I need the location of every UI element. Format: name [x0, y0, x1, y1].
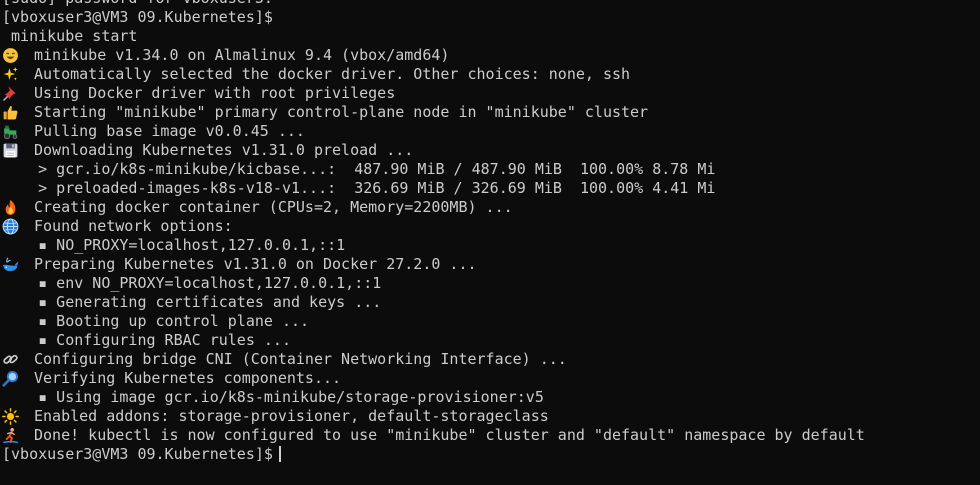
terminal-line-text: ▪ NO_PROXY=localhost,127.0.0.1,::1	[2, 236, 346, 254]
terminal-line: Creating docker container (CPUs=2, Memor…	[2, 198, 865, 217]
terminal-line-text: > preloaded-images-k8s-v18-v1...: 326.69…	[2, 179, 716, 197]
terminal-line: Downloading Kubernetes v1.31.0 preload .…	[2, 141, 865, 160]
terminal-line-text: Found network options:	[34, 217, 233, 235]
terminal-line: ▪ Using image gcr.io/k8s-minikube/storag…	[2, 388, 865, 407]
terminal-line: Done! kubectl is now configured to use "…	[2, 426, 865, 445]
terminal-line-text: [vboxuser3@VM3 09.Kubernetes]$	[2, 445, 273, 463]
terminal-line: ▪ env NO_PROXY=localhost,127.0.0.1,::1	[2, 274, 865, 293]
fire-icon	[2, 198, 20, 217]
link-icon	[2, 350, 20, 369]
terminal-line-text: [sudo] password for vboxuser3:	[2, 0, 273, 7]
floppy-disk-icon	[2, 141, 20, 160]
terminal-line-text: Pulling base image v0.0.45 ...	[34, 122, 305, 140]
terminal-line: [sudo] password for vboxuser3:	[2, 0, 865, 8]
terminal-output: [sudo] password for vboxuser3:[vboxuser3…	[2, 0, 865, 464]
terminal-line: ▪ Configuring RBAC rules ...	[2, 331, 865, 350]
thumbs-up-icon	[2, 103, 20, 122]
terminal-line: minikube v1.34.0 on Almalinux 9.4 (vbox/…	[2, 46, 865, 65]
terminal-line-text: Configuring bridge CNI (Container Networ…	[34, 350, 567, 368]
terminal-line-text: Using Docker driver with root privileges	[34, 84, 396, 102]
terminal-line: minikube start	[2, 27, 865, 46]
terminal-line: > preloaded-images-k8s-v18-v1...: 326.69…	[2, 179, 865, 198]
terminal-line-text: Starting "minikube" primary control-plan…	[34, 103, 649, 121]
sun-icon	[2, 407, 20, 426]
terminal-window[interactable]: [sudo] password for vboxuser3:[vboxuser3…	[0, 0, 980, 485]
terminal-line-text: ▪ Configuring RBAC rules ...	[2, 331, 291, 349]
terminal-line-text: Preparing Kubernetes v1.31.0 on Docker 2…	[34, 255, 477, 273]
terminal-line: Enabled addons: storage-provisioner, def…	[2, 407, 865, 426]
terminal-line: > gcr.io/k8s-minikube/kicbase...: 487.90…	[2, 160, 865, 179]
terminal-line-text: [vboxuser3@VM3 09.Kubernetes]$	[2, 8, 273, 26]
surfer-icon	[2, 426, 20, 445]
terminal-line-text: Automatically selected the docker driver…	[34, 65, 631, 83]
terminal-line-text: Done! kubectl is now configured to use "…	[34, 426, 865, 444]
text-cursor[interactable]	[278, 446, 281, 462]
terminal-line: Automatically selected the docker driver…	[2, 65, 865, 84]
terminal-line: Pulling base image v0.0.45 ...	[2, 122, 865, 141]
terminal-line-text: Downloading Kubernetes v1.31.0 preload .…	[34, 141, 414, 159]
globe-icon	[2, 217, 20, 236]
whale-icon	[2, 255, 20, 274]
terminal-line: Found network options:	[2, 217, 865, 236]
terminal-line-text: Enabled addons: storage-provisioner, def…	[34, 407, 549, 425]
terminal-line-text: ▪ env NO_PROXY=localhost,127.0.0.1,::1	[2, 274, 382, 292]
smiley-face-icon	[2, 46, 20, 65]
terminal-line: Using Docker driver with root privileges	[2, 84, 865, 103]
terminal-line-text: minikube v1.34.0 on Almalinux 9.4 (vbox/…	[34, 46, 450, 64]
terminal-line-text: minikube start	[2, 27, 138, 45]
terminal-line-text: Creating docker container (CPUs=2, Memor…	[34, 198, 513, 216]
terminal-line: Verifying Kubernetes components...	[2, 369, 865, 388]
terminal-line: ▪ Generating certificates and keys ...	[2, 293, 865, 312]
terminal-line-text: ▪ Using image gcr.io/k8s-minikube/storag…	[2, 388, 544, 406]
terminal-line-text: ▪ Generating certificates and keys ...	[2, 293, 382, 311]
terminal-line: Starting "minikube" primary control-plan…	[2, 103, 865, 122]
terminal-line: ▪ NO_PROXY=localhost,127.0.0.1,::1	[2, 236, 865, 255]
tractor-icon	[2, 122, 20, 141]
terminal-line: Configuring bridge CNI (Container Networ…	[2, 350, 865, 369]
magnifying-glass-icon	[2, 369, 20, 388]
shell-prompt-line: [vboxuser3@VM3 09.Kubernetes]$	[2, 445, 865, 464]
terminal-line-text: > gcr.io/k8s-minikube/kicbase...: 487.90…	[2, 160, 716, 178]
terminal-line-text: Verifying Kubernetes components...	[34, 369, 342, 387]
terminal-line: [vboxuser3@VM3 09.Kubernetes]$	[2, 8, 865, 27]
pushpin-icon	[2, 84, 20, 103]
terminal-line-text: ▪ Booting up control plane ...	[2, 312, 310, 330]
sparkles-icon	[2, 65, 20, 84]
terminal-line: Preparing Kubernetes v1.31.0 on Docker 2…	[2, 255, 865, 274]
terminal-line: ▪ Booting up control plane ...	[2, 312, 865, 331]
